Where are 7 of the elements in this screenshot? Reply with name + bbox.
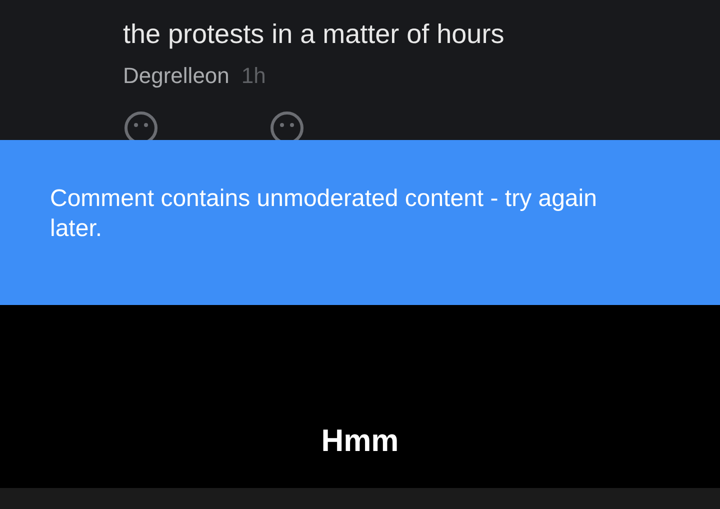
author-name[interactable]: Degrelleon xyxy=(123,59,230,92)
comment-text: the protests in a matter of hours xyxy=(123,18,504,51)
smiley-icon[interactable] xyxy=(269,110,305,140)
comment-time: 1h xyxy=(241,62,266,90)
caption: Hmm xyxy=(321,422,399,460)
snackbar-message: Comment contains unmoderated content - try again later. xyxy=(50,184,598,244)
smiley-icon[interactable] xyxy=(123,110,159,140)
